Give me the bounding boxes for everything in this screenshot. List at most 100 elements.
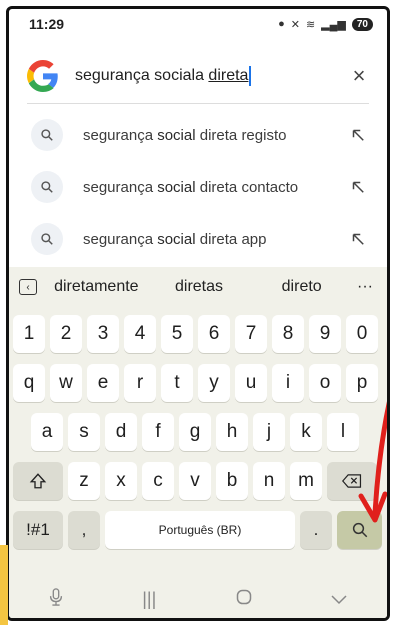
yellow-edge-accent: [0, 545, 8, 625]
search-icon: [31, 119, 63, 151]
fill-query-arrow-icon[interactable]: [349, 126, 367, 144]
space-key[interactable]: Português (BR): [105, 511, 295, 549]
suggestion-text: segurança social direta contacto: [83, 179, 349, 196]
suggestion-prefix: segurança: [83, 178, 158, 196]
suggestion-mid: direta: [195, 178, 242, 196]
key[interactable]: 7: [235, 315, 267, 353]
record-icon: ●: [278, 18, 285, 30]
key[interactable]: l: [327, 413, 359, 451]
key[interactable]: j: [253, 413, 285, 451]
letter-row-1: q w e r t y u i o p: [9, 364, 387, 404]
key[interactable]: u: [235, 364, 267, 402]
key[interactable]: 6: [198, 315, 230, 353]
suggestion-item[interactable]: segurança social direta registo: [9, 109, 387, 161]
search-divider: [27, 103, 369, 104]
search-icon: [352, 522, 367, 538]
suggestion-text: segurança social direta app: [83, 231, 349, 248]
suggestion-text: segurança social direta registo: [83, 127, 349, 144]
key[interactable]: i: [272, 364, 304, 402]
backspace-key[interactable]: [327, 462, 377, 500]
key[interactable]: 5: [161, 315, 193, 353]
search-bar[interactable]: segurança sociala direta ×: [9, 51, 387, 101]
hide-keyboard-icon[interactable]: [331, 589, 347, 610]
key[interactable]: 1: [13, 315, 45, 353]
shift-key[interactable]: [13, 462, 63, 500]
key[interactable]: e: [87, 364, 119, 402]
period-key[interactable]: .: [300, 511, 332, 549]
home-icon[interactable]: [236, 589, 252, 610]
search-input[interactable]: segurança sociala direta: [75, 66, 347, 86]
prediction-word[interactable]: direto: [250, 278, 353, 296]
key[interactable]: q: [13, 364, 45, 402]
key[interactable]: 8: [272, 315, 304, 353]
phone-screen: 11:29 ● ✕ ≋ ▂▄▆ 70 segurança sociala dir…: [6, 6, 390, 621]
suggestion-suffix: contacto: [241, 178, 299, 196]
suggestion-prefix: segurança: [83, 126, 158, 144]
key[interactable]: y: [198, 364, 230, 402]
key[interactable]: c: [142, 462, 174, 500]
key[interactable]: p: [346, 364, 378, 402]
navigation-bar: |||: [9, 580, 387, 618]
key[interactable]: w: [50, 364, 82, 402]
signal-icon: ▂▄▆: [321, 18, 346, 31]
recent-apps-icon[interactable]: |||: [142, 589, 156, 610]
key[interactable]: m: [290, 462, 322, 500]
wifi-icon: ≋: [305, 18, 316, 31]
prediction-word[interactable]: diretas: [148, 278, 251, 296]
key[interactable]: 4: [124, 315, 156, 353]
text-cursor: [249, 66, 252, 86]
fill-query-arrow-icon[interactable]: [349, 230, 367, 248]
key[interactable]: h: [216, 413, 248, 451]
key[interactable]: x: [105, 462, 137, 500]
key[interactable]: z: [68, 462, 100, 500]
prediction-bar: ‹ diretamente diretas direto ···: [9, 267, 387, 307]
query-text: segurança sociala: [75, 67, 209, 84]
bottom-row: !#1 , Português (BR) .: [9, 511, 387, 551]
search-icon: [31, 223, 63, 255]
number-row: 1 2 3 4 5 6 7 8 9 0: [9, 315, 387, 355]
key[interactable]: a: [31, 413, 63, 451]
key[interactable]: 3: [87, 315, 119, 353]
prediction-word[interactable]: diretamente: [45, 278, 148, 296]
keyboard-toolbar-toggle-icon[interactable]: ‹: [19, 279, 37, 295]
key[interactable]: t: [161, 364, 193, 402]
suggestion-bold: social: [157, 230, 196, 248]
suggestion-item[interactable]: segurança social direta contacto: [9, 161, 387, 213]
key[interactable]: k: [290, 413, 322, 451]
status-time: 11:29: [29, 16, 65, 32]
letter-row-3: z x c v b n m: [9, 462, 387, 502]
key[interactable]: r: [124, 364, 156, 402]
key[interactable]: 0: [346, 315, 378, 353]
search-icon: [31, 171, 63, 203]
search-key[interactable]: [337, 511, 382, 549]
key[interactable]: f: [142, 413, 174, 451]
key[interactable]: g: [179, 413, 211, 451]
more-options-icon[interactable]: ···: [353, 278, 377, 296]
suggestion-mid: direta: [195, 230, 242, 248]
mute-icon: ✕: [290, 18, 300, 31]
key[interactable]: d: [105, 413, 137, 451]
key[interactable]: n: [253, 462, 285, 500]
symbols-key[interactable]: !#1: [13, 511, 63, 549]
key[interactable]: b: [216, 462, 248, 500]
query-composing-word: direta: [208, 67, 249, 84]
status-icons: ● ✕ ≋ ▂▄▆ 70: [278, 17, 373, 31]
clear-button[interactable]: ×: [347, 63, 371, 89]
suggestion-item[interactable]: segurança social direta app: [9, 213, 387, 265]
battery-indicator: 70: [351, 17, 373, 31]
key[interactable]: o: [309, 364, 341, 402]
key[interactable]: 9: [309, 315, 341, 353]
key[interactable]: s: [68, 413, 100, 451]
suggestion-suffix: registo: [241, 126, 287, 144]
suggestion-mid: direta: [195, 126, 242, 144]
on-screen-keyboard: ‹ diretamente diretas direto ··· 1 2 3 4…: [9, 267, 387, 587]
status-bar: 11:29 ● ✕ ≋ ▂▄▆ 70: [9, 9, 387, 39]
suggestion-prefix: segurança: [83, 230, 158, 248]
suggestion-suffix: app: [241, 230, 267, 248]
fill-query-arrow-icon[interactable]: [349, 178, 367, 196]
comma-key[interactable]: ,: [68, 511, 100, 549]
letter-row-2: a s d f g h j k l: [9, 413, 387, 453]
microphone-icon[interactable]: [49, 587, 63, 611]
key[interactable]: 2: [50, 315, 82, 353]
key[interactable]: v: [179, 462, 211, 500]
